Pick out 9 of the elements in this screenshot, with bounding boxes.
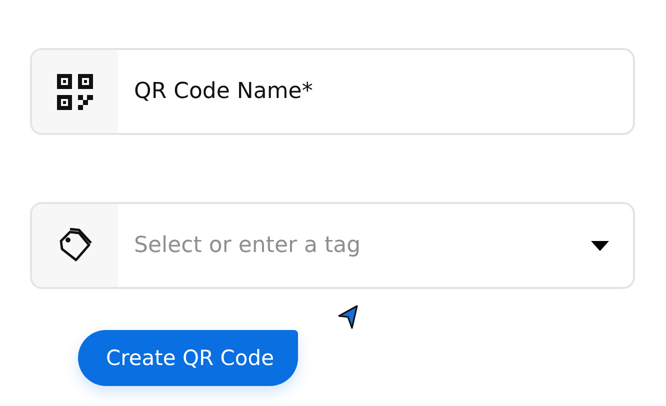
tag-icon bbox=[57, 228, 93, 264]
name-input-field[interactable]: QR Code Name* bbox=[30, 48, 635, 135]
qr-code-icon bbox=[57, 74, 93, 110]
name-input[interactable]: QR Code Name* bbox=[118, 72, 633, 112]
tag-select-field[interactable]: Select or enter a tag bbox=[30, 202, 635, 289]
dropdown-caret-icon[interactable] bbox=[591, 240, 609, 250]
create-button[interactable]: Create QR Code bbox=[78, 330, 298, 386]
tag-input[interactable]: Select or enter a tag bbox=[118, 226, 591, 266]
pointer-cursor-icon bbox=[337, 304, 359, 330]
